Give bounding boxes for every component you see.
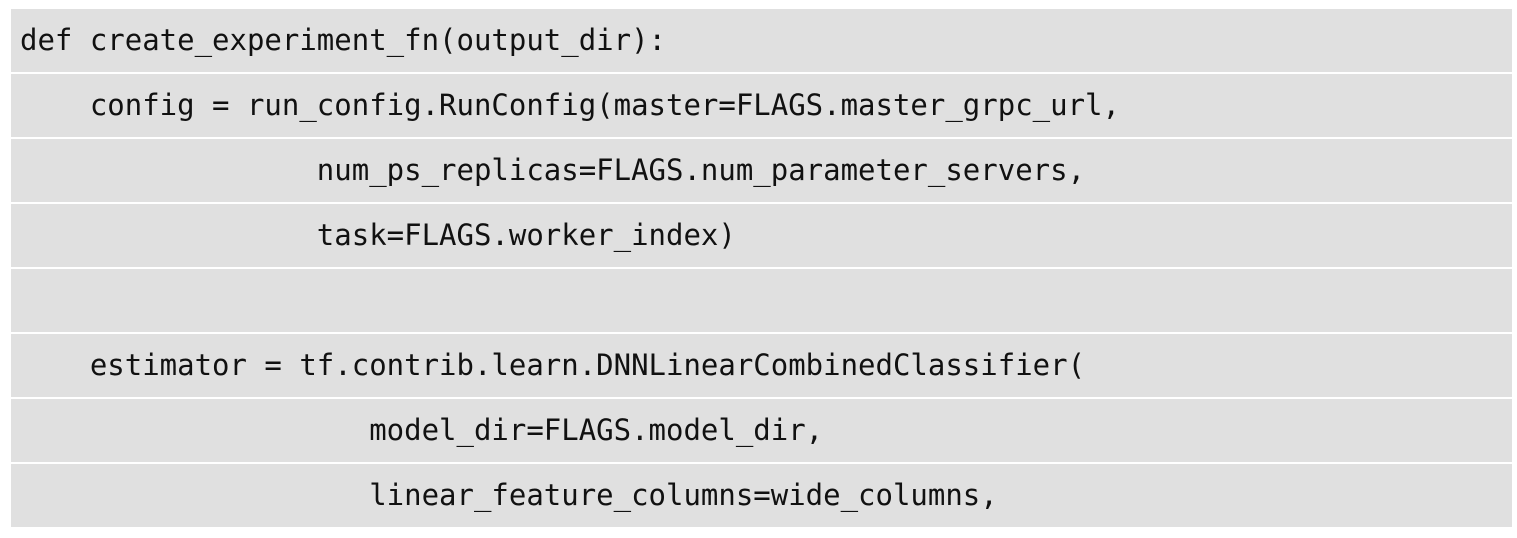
code-block: def create_experiment_fn(output_dir): co… xyxy=(11,9,1512,527)
code-line-5 xyxy=(11,269,1512,332)
code-line-8: linear_feature_columns=wide_columns, xyxy=(11,464,1512,527)
code-line-1: def create_experiment_fn(output_dir): xyxy=(11,9,1512,72)
code-line-2: config = run_config.RunConfig(master=FLA… xyxy=(11,74,1512,137)
code-line-6: estimator = tf.contrib.learn.DNNLinearCo… xyxy=(11,334,1512,397)
code-line-7: model_dir=FLAGS.model_dir, xyxy=(11,399,1512,462)
code-line-3: num_ps_replicas=FLAGS.num_parameter_serv… xyxy=(11,139,1512,202)
code-line-4: task=FLAGS.worker_index) xyxy=(11,204,1512,267)
